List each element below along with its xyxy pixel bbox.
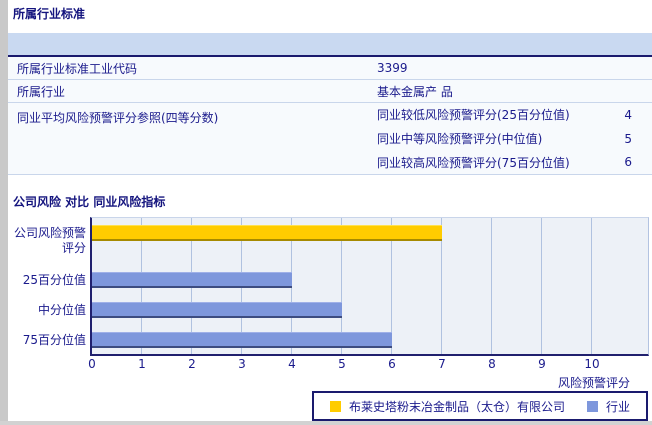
row-label: 所属行业 bbox=[17, 84, 66, 99]
section-title-industry-standard: 所属行业标准 bbox=[13, 7, 86, 21]
category-label: 75百分位值 bbox=[22, 333, 86, 347]
subrow-median: 同业中等风险预警评分(中位值) 5 bbox=[377, 127, 652, 151]
subrow-value: 4 bbox=[624, 107, 632, 122]
row-label: 所属行业标准工业代码 bbox=[17, 61, 138, 76]
table-row-industry: 所属行业 基本金属产 品 bbox=[8, 80, 652, 103]
gridline bbox=[591, 218, 592, 354]
quartile-subtable: 同业较低风险预警评分(25百分位值) 4 同业中等风险预警评分(中位值) 5 同… bbox=[377, 103, 652, 174]
subrow-p75: 同业较高风险预警评分(75百分位值) 6 bbox=[377, 150, 652, 174]
table-row-peer-quartiles: 同业平均风险预警评分参照(四等分数) 同业较低风险预警评分(25百分位值) 4 … bbox=[8, 103, 652, 175]
section-title-risk-comparison: 公司风险 对比 同业风险指标 bbox=[13, 195, 166, 209]
x-tick-label: 10 bbox=[584, 357, 600, 371]
row-value: 基本金属产 品 bbox=[377, 84, 453, 99]
x-axis-title: 风险预警评分 bbox=[557, 376, 630, 390]
x-tick-label: 6 bbox=[388, 357, 396, 371]
subrow-label: 同业较低风险预警评分(25百分位值) bbox=[377, 108, 570, 123]
industry-standard-table: 所属行业标准工业代码 3399 所属行业 基本金属产 品 同业平均风险预警评分参… bbox=[8, 33, 652, 175]
category-label: 中分位值 bbox=[37, 303, 86, 317]
legend-label-industry: 行业 bbox=[606, 399, 631, 414]
row-value: 3399 bbox=[377, 61, 408, 75]
x-tick-label: 3 bbox=[238, 357, 246, 371]
subrow-label: 同业较高风险预警评分(75百分位值) bbox=[377, 155, 570, 170]
chart-bar bbox=[92, 272, 292, 288]
plot-area bbox=[90, 217, 649, 356]
bottom-gutter bbox=[0, 421, 652, 425]
chart-legend: 布莱史塔粉末冶金制品（太仓）有限公司 行业 bbox=[312, 391, 648, 421]
category-label: 公司风险预警评分 bbox=[13, 226, 86, 255]
x-tick-label: 5 bbox=[338, 357, 346, 371]
category-label: 25百分位值 bbox=[22, 273, 86, 287]
subrow-value: 6 bbox=[624, 155, 632, 170]
subrow-label: 同业中等风险预警评分(中位值) bbox=[377, 132, 543, 146]
legend-swatch-company-icon bbox=[329, 400, 341, 412]
x-tick-label: 2 bbox=[188, 357, 196, 371]
x-axis-ticks: 0 1 2 3 4 5 6 7 8 9 10 bbox=[88, 357, 648, 372]
gridline bbox=[541, 218, 542, 354]
table-row-industry-code: 所属行业标准工业代码 3399 bbox=[8, 57, 652, 80]
row-label: 同业平均风险预警评分参照(四等分数) bbox=[17, 111, 219, 125]
subrow-value: 5 bbox=[624, 131, 632, 146]
chart-bar bbox=[92, 302, 342, 318]
legend-swatch-industry-icon bbox=[587, 400, 598, 412]
x-tick-label: 9 bbox=[538, 357, 546, 371]
x-tick-label: 8 bbox=[488, 357, 496, 371]
chart-bar bbox=[92, 225, 442, 241]
x-tick-label: 1 bbox=[138, 357, 146, 371]
table-header-band bbox=[8, 33, 652, 57]
x-tick-label: 4 bbox=[288, 357, 296, 371]
category-labels: 公司风险预警评分 25百分位值中分位值 75百分位值 bbox=[8, 217, 88, 355]
left-gutter bbox=[0, 0, 8, 421]
legend-label-company: 布莱史塔粉末冶金制品（太仓）有限公司 bbox=[348, 399, 565, 414]
chart-bar bbox=[92, 332, 392, 348]
x-tick-label: 7 bbox=[438, 357, 446, 371]
gridline bbox=[491, 218, 492, 354]
subrow-p25: 同业较低风险预警评分(25百分位值) 4 bbox=[377, 103, 652, 127]
x-tick-label: 0 bbox=[88, 357, 96, 371]
